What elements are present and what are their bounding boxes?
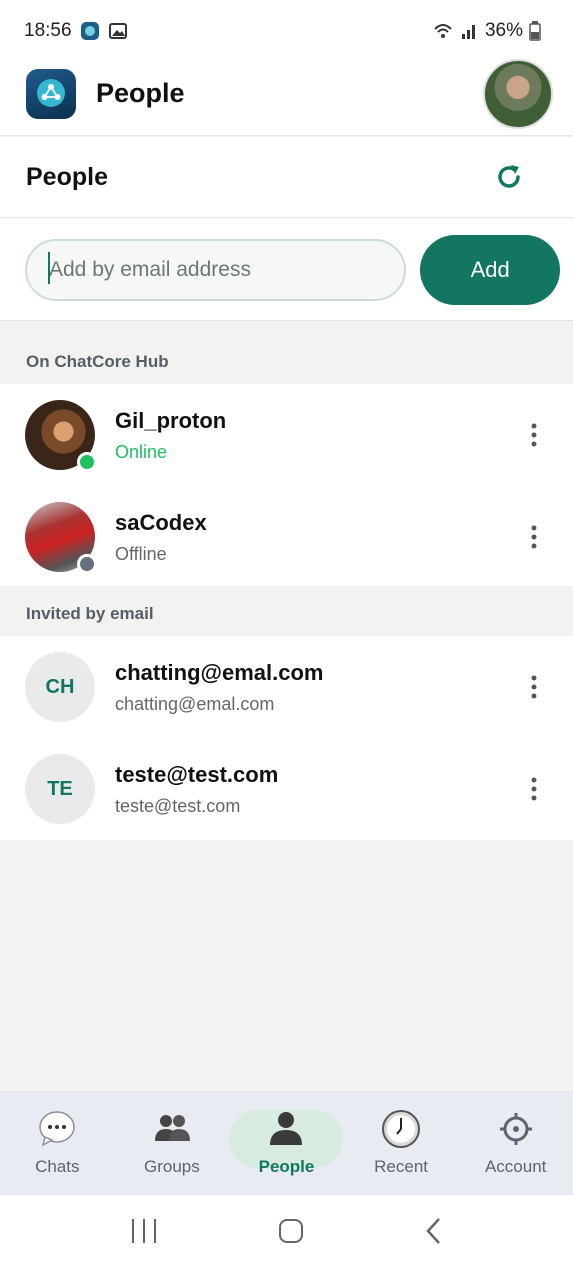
nav-groups[interactable]: Groups xyxy=(115,1099,229,1187)
nav-label: Account xyxy=(484,1157,547,1176)
nav-account[interactable]: Account xyxy=(459,1099,573,1187)
app-logo-icon xyxy=(26,68,76,119)
app-title: People xyxy=(96,78,185,108)
wifi-icon xyxy=(433,21,453,41)
list-item[interactable]: Gil_proton Online xyxy=(0,384,573,486)
nav-label: Recent xyxy=(374,1157,429,1176)
section-header: People xyxy=(0,137,573,218)
contact-status: Offline xyxy=(115,543,167,564)
battery-icon xyxy=(529,21,549,41)
profile-avatar[interactable] xyxy=(483,58,553,129)
status-time: 18:56 xyxy=(24,20,72,41)
add-button[interactable]: Add xyxy=(420,234,560,305)
more-options-icon[interactable] xyxy=(519,667,549,707)
nav-recent[interactable]: Recent xyxy=(344,1099,458,1187)
person-icon xyxy=(266,1109,306,1149)
list-item[interactable]: saCodex Offline xyxy=(0,486,573,588)
more-options-icon[interactable] xyxy=(519,769,549,809)
back-icon[interactable] xyxy=(424,1217,444,1250)
list-item[interactable]: TE teste@test.com teste@test.com xyxy=(0,738,573,840)
online-status-dot xyxy=(77,452,97,472)
contact-name: Gil_proton xyxy=(115,407,227,433)
nav-people[interactable]: People xyxy=(229,1099,344,1187)
app-notification-icon xyxy=(80,21,100,41)
avatar: TE xyxy=(25,754,95,824)
more-options-icon[interactable] xyxy=(519,517,549,557)
contact-email: chatting@emal.com xyxy=(115,693,275,714)
recent-apps-icon[interactable] xyxy=(130,1218,158,1249)
group-label-invited: Invited by email xyxy=(0,586,573,634)
contact-name: saCodex xyxy=(115,509,207,535)
nav-label: Groups xyxy=(144,1157,200,1176)
groups-icon xyxy=(152,1109,192,1149)
app-bar: People xyxy=(0,52,573,136)
offline-status-dot xyxy=(77,554,97,574)
home-icon[interactable] xyxy=(277,1217,305,1250)
list-item[interactable]: CH chatting@emal.com chatting@emal.com xyxy=(0,636,573,738)
contact-name: teste@test.com xyxy=(115,761,279,787)
contact-status: Online xyxy=(115,441,168,462)
text-caret xyxy=(48,252,50,284)
refresh-icon[interactable] xyxy=(491,159,527,195)
contact-name: chatting@emal.com xyxy=(115,659,324,685)
avatar xyxy=(25,502,97,574)
email-input[interactable] xyxy=(25,238,407,301)
gear-icon xyxy=(496,1109,536,1149)
nav-chats[interactable]: Chats xyxy=(0,1099,114,1187)
chat-bubble-icon xyxy=(37,1109,77,1149)
system-nav-bar xyxy=(0,1195,573,1271)
avatar: CH xyxy=(25,652,95,722)
bottom-nav: Chats Groups People Recent Account xyxy=(0,1091,573,1195)
clock-icon xyxy=(381,1109,421,1149)
more-options-icon[interactable] xyxy=(519,415,549,455)
group-label-on-hub: On ChatCore Hub xyxy=(0,334,573,382)
battery-percent: 36% xyxy=(484,20,523,41)
add-contact-row: Add xyxy=(0,219,573,321)
avatar xyxy=(25,400,97,472)
nav-label: People xyxy=(258,1157,315,1176)
image-notification-icon xyxy=(108,21,128,41)
signal-icon xyxy=(459,21,479,41)
nav-label: Chats xyxy=(35,1157,80,1176)
page-title: People xyxy=(26,162,108,191)
contact-email: teste@test.com xyxy=(115,795,241,816)
